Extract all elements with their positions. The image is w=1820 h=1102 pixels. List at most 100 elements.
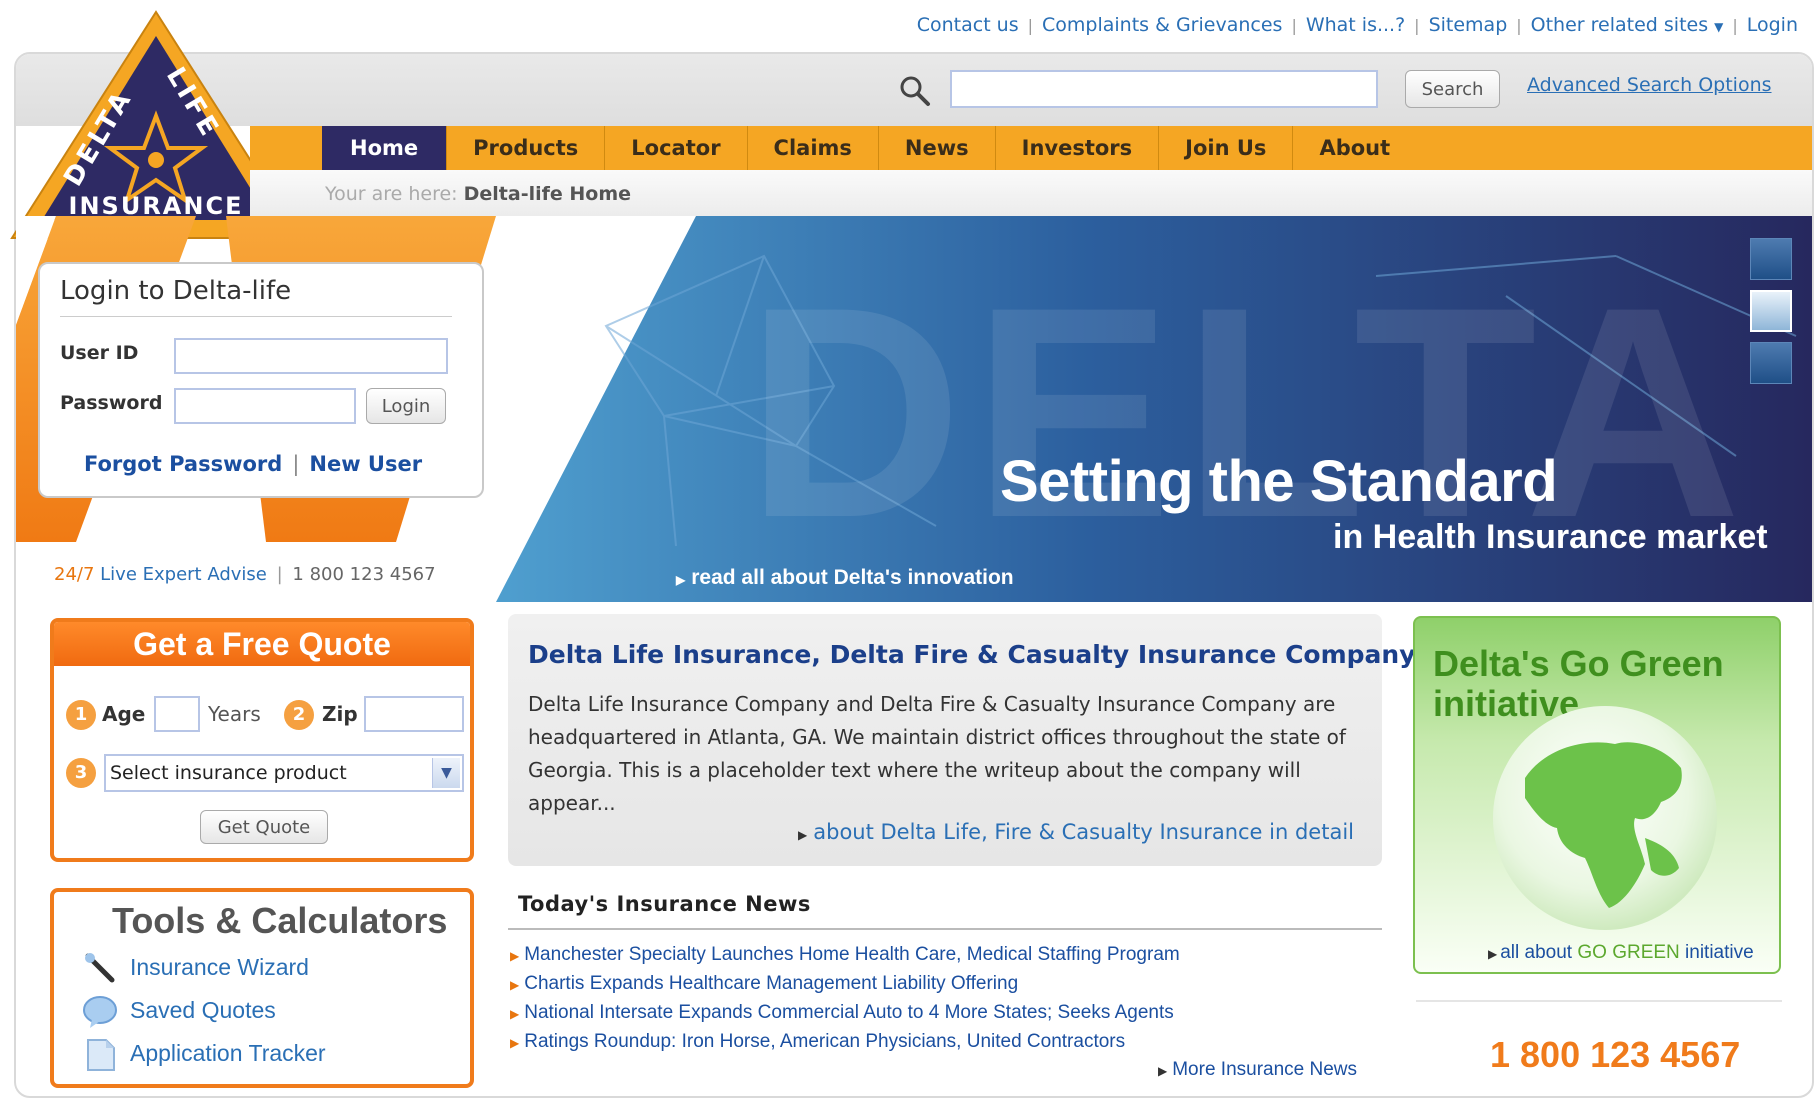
new-user-link[interactable]: New User — [309, 452, 422, 476]
separator: | — [292, 452, 300, 476]
complaints-link[interactable]: Complaints & Grievances — [1042, 14, 1282, 36]
arrow-right-icon: ▶ — [1488, 947, 1498, 961]
phone-number: 1 800 123 4567 — [1490, 1034, 1741, 1075]
password-input[interactable] — [174, 388, 356, 424]
step-2-badge: 2 — [284, 700, 314, 730]
separator: | — [1414, 15, 1420, 35]
insurance-product-select[interactable]: Select insurance product ▼ — [104, 754, 464, 792]
breadcrumb-current[interactable]: Delta-life Home — [464, 183, 631, 205]
more-news-label: More Insurance News — [1172, 1059, 1358, 1080]
news-item[interactable]: ▶ Chartis Expands Healthcare Management L… — [510, 973, 1018, 995]
document-icon — [87, 1039, 115, 1071]
chevron-down-icon: ▼ — [1714, 20, 1724, 34]
arrow-right-icon: ▶ — [510, 1007, 520, 1021]
free-quote-panel: Get a Free Quote 1 Age Years 2 Zip 3 Sel… — [50, 618, 474, 862]
zip-label: Zip — [322, 702, 358, 726]
news-item[interactable]: ▶ Ratings Roundup: Iron Horse, American P… — [510, 1031, 1125, 1053]
tool-label: Insurance Wizard — [130, 954, 309, 981]
breadcrumb-prefix: Your are here: — [325, 183, 458, 205]
news-headline: Ratings Roundup: Iron Horse, American Ph… — [524, 1031, 1126, 1052]
chevron-down-icon: ▼ — [432, 758, 460, 788]
hero-thumbnails — [1750, 238, 1792, 394]
other-sites-label: Other related sites — [1530, 14, 1709, 36]
nav-home[interactable]: Home — [322, 126, 448, 170]
divider — [508, 928, 1382, 930]
about-panel: Delta Life Insurance, Delta Fire & Casua… — [508, 614, 1416, 866]
quote-title: Get a Free Quote — [54, 622, 470, 666]
nav-claims[interactable]: Claims — [748, 126, 879, 170]
select-value: Select insurance product — [110, 762, 347, 784]
age-label: Age — [102, 702, 146, 726]
nav-news[interactable]: News — [879, 126, 996, 170]
tools-panel: Tools & Calculators Insurance Wizard Sav… — [50, 888, 474, 1088]
nav-products[interactable]: Products — [447, 126, 606, 170]
search-button[interactable]: Search — [1405, 70, 1500, 108]
hero-thumb-3[interactable] — [1750, 342, 1792, 384]
user-id-input[interactable] — [174, 338, 448, 374]
tool-application-tracker[interactable]: Application Tracker — [82, 1038, 326, 1072]
password-label: Password — [60, 392, 163, 414]
separator: | — [1516, 15, 1522, 35]
about-detail-link[interactable]: ▶ about Delta Life, Fire & Casualty Insur… — [798, 820, 1354, 844]
separator: | — [276, 564, 283, 585]
nav-about[interactable]: About — [1293, 126, 1416, 170]
news-item[interactable]: ▶ Manchester Specialty Launches Home Heal… — [510, 944, 1180, 966]
go-green-link[interactable]: ▶ all about GO GREEN initiative — [1488, 942, 1754, 964]
speech-bubble-icon — [83, 996, 117, 1028]
separator: | — [1732, 15, 1738, 35]
hero-thumb-2[interactable] — [1750, 290, 1792, 332]
hero-subtitle: in Health Insurance market — [1333, 518, 1768, 556]
user-id-label: User ID — [60, 342, 139, 364]
arrow-right-icon: ▶ — [798, 828, 808, 842]
sitemap-link[interactable]: Sitemap — [1429, 14, 1508, 36]
search-icon — [900, 76, 930, 106]
login-title: Login to Delta-life — [60, 276, 292, 306]
news-headline: National Intersate Expands Commercial Au… — [524, 1002, 1174, 1023]
arrow-right-icon: ▶ — [510, 949, 520, 963]
other-sites-dropdown[interactable]: Other related sites ▼ — [1531, 14, 1724, 36]
separator: | — [1027, 15, 1034, 35]
step-1-badge: 1 — [66, 700, 96, 730]
tools-title: Tools & Calculators — [112, 900, 448, 941]
login-button[interactable]: Login — [366, 388, 446, 424]
login-links: Forgot Password | New User — [84, 452, 422, 476]
expert-phone: 1 800 123 4567 — [292, 564, 436, 585]
go-green-link-suffix: initiative — [1685, 942, 1754, 963]
hero-link[interactable]: ▶ read all about Delta's innovation — [676, 566, 1014, 590]
expert-label[interactable]: Live Expert Advise — [100, 564, 267, 585]
zip-input[interactable] — [364, 696, 464, 732]
hero-link-label: read all about Delta's innovation — [691, 566, 1014, 589]
nav-join-us[interactable]: Join Us — [1159, 126, 1294, 170]
tool-label: Saved Quotes — [130, 997, 276, 1024]
get-quote-button[interactable]: Get Quote — [200, 810, 328, 844]
top-links: Contact us | Complaints & Grievances | W… — [917, 14, 1798, 36]
tool-label: Application Tracker — [130, 1040, 326, 1067]
breadcrumb: Your are here: Delta-life Home — [325, 183, 631, 205]
wand-icon — [85, 953, 115, 983]
news-title: Today's Insurance News — [518, 892, 811, 916]
hero-thumb-1[interactable] — [1750, 238, 1792, 280]
age-unit: Years — [208, 702, 261, 726]
advanced-search-link[interactable]: Advanced Search Options — [1527, 74, 1772, 96]
news-headline: Chartis Expands Healthcare Management Li… — [524, 973, 1019, 994]
about-title[interactable]: Delta Life Insurance, Delta Fire & Casua… — [528, 640, 1416, 669]
age-input[interactable] — [154, 696, 200, 732]
main-nav: Home Products Locator Claims News Invest… — [322, 126, 1416, 170]
top-login-link[interactable]: Login — [1747, 14, 1798, 36]
search-input[interactable] — [950, 70, 1378, 108]
forgot-password-link[interactable]: Forgot Password — [84, 452, 282, 476]
tool-saved-quotes[interactable]: Saved Quotes — [82, 995, 276, 1029]
go-green-panel[interactable]: Delta's Go Green initiative — [1413, 616, 1781, 974]
login-panel: Login to Delta-life User ID Password Log… — [38, 262, 484, 498]
about-text: Delta Life Insurance Company and Delta F… — [528, 692, 1346, 815]
go-green-link-prefix: all about — [1500, 942, 1573, 963]
more-news-link[interactable]: ▶ More Insurance News — [1158, 1059, 1357, 1081]
separator: | — [1291, 15, 1297, 35]
news-item[interactable]: ▶ National Intersate Expands Commercial A… — [510, 1002, 1174, 1024]
contact-link[interactable]: Contact us — [917, 14, 1019, 36]
what-is-link[interactable]: What is...? — [1306, 14, 1405, 36]
arrow-right-icon: ▶ — [510, 1036, 520, 1050]
nav-locator[interactable]: Locator — [605, 126, 748, 170]
tool-insurance-wizard[interactable]: Insurance Wizard — [82, 952, 309, 986]
nav-investors[interactable]: Investors — [996, 126, 1160, 170]
